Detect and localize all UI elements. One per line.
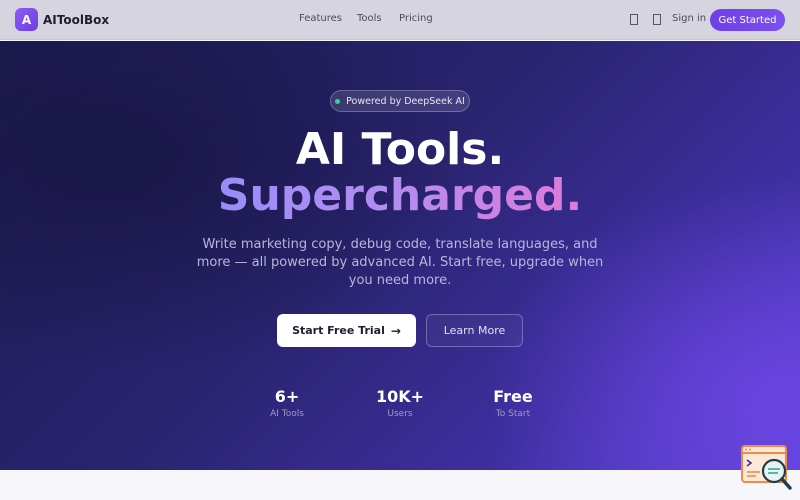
stat-users: 10K+ Users <box>355 387 445 419</box>
stat-label: Users <box>387 409 413 419</box>
status-dot-icon <box>335 98 341 104</box>
stat-free: Free To Start <box>468 387 558 419</box>
stat-value: 10K+ <box>375 387 425 406</box>
next-section-strip <box>0 470 800 500</box>
stat-ai-tools: 6+ AI Tools <box>242 387 332 419</box>
stat-label: To Start <box>495 409 531 419</box>
stat-label: AI Tools <box>270 409 304 419</box>
nav-link-features[interactable]: Features <box>299 13 342 24</box>
code-search-icon[interactable] <box>740 444 792 490</box>
badge-text: Powered by DeepSeek AI <box>346 95 465 107</box>
hero-subtext: Write marketing copy, debug code, transl… <box>196 237 604 288</box>
top-navbar: A AIToolBox Features Tools Pricing Sign … <box>0 0 800 40</box>
hero-section: Powered by DeepSeek AI AI Tools. Superch… <box>0 41 800 470</box>
powered-by-badge: Powered by DeepSeek AI <box>330 90 470 112</box>
brand-name: AIToolBox <box>43 12 110 27</box>
headline-gradient-text: Supercharged. <box>217 170 583 221</box>
get-started-button[interactable]: Get Started <box>710 9 785 31</box>
sign-in-link[interactable]: Sign in <box>672 13 706 24</box>
brand[interactable]: A AIToolBox <box>15 8 109 31</box>
headline-primary: AI Tools. <box>295 124 505 175</box>
stat-value: 6+ <box>274 387 300 406</box>
headline-secondary: Supercharged. <box>0 171 800 221</box>
start-free-trial-button[interactable]: Start Free Trial → <box>277 314 416 347</box>
stat-value: Free <box>493 387 533 406</box>
arrow-right-icon: → <box>390 323 401 338</box>
learn-more-button[interactable]: Learn More <box>426 314 523 347</box>
logo: A <box>15 8 38 31</box>
start-free-trial-label: Start Free Trial <box>292 324 385 337</box>
nav-link-pricing[interactable]: Pricing <box>399 13 433 24</box>
nav-link-tools[interactable]: Tools <box>357 13 382 24</box>
unknown-glyph-icon[interactable] <box>630 14 638 25</box>
unknown-glyph-icon[interactable] <box>653 14 661 25</box>
